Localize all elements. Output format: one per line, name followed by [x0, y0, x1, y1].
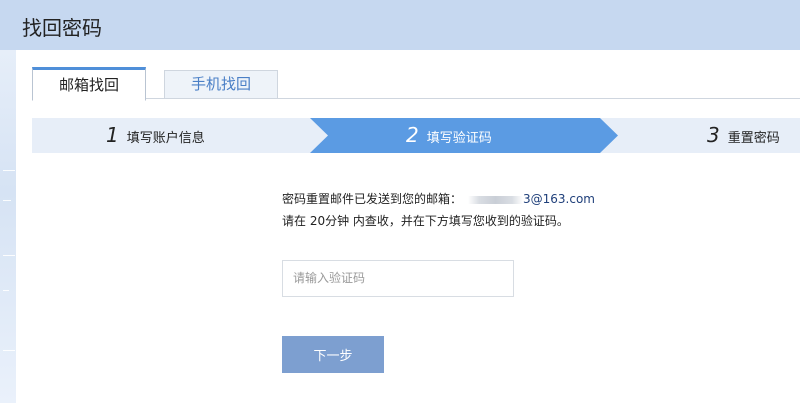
tab-bar: 邮箱找回 手机找回: [32, 67, 800, 101]
step-1-number: 1: [106, 123, 119, 147]
step-2-number: 2: [406, 123, 419, 147]
tab-email-recovery[interactable]: 邮箱找回: [32, 67, 146, 101]
page-title: 找回密码: [22, 16, 102, 40]
sent-message-line-2: 请在 20分钟 内查收，并在下方填写您收到的验证码。: [282, 214, 569, 228]
step-3: 3 重置密码: [707, 118, 780, 153]
sent-message: 密码重置邮件已发送到您的邮箱： 3@163.com 请在 20分钟 内查收，并在下…: [282, 188, 595, 232]
tab-phone-recovery[interactable]: 手机找回: [164, 70, 278, 98]
email-address-suffix: 3@163.com: [523, 192, 595, 206]
step-1: 1 填写账户信息: [106, 118, 205, 153]
sent-message-prefix: 密码重置邮件已发送到您的邮箱：: [282, 192, 463, 206]
page-header: 找回密码: [0, 0, 800, 50]
step-2: 2 填写验证码: [406, 118, 492, 153]
main-panel: 邮箱找回 手机找回 1 填写账户信息 2 填写验证码 3 重置密码 密码重置邮件已发送…: [16, 50, 800, 403]
masked-email-blur: [468, 195, 524, 204]
step-3-number: 3: [707, 123, 720, 147]
verification-code-input[interactable]: [282, 260, 514, 297]
step-progress-bar: 1 填写账户信息 2 填写验证码 3 重置密码: [32, 118, 800, 153]
step-1-label: 填写账户信息: [126, 131, 205, 146]
sent-message-line-1: 密码重置邮件已发送到您的邮箱： 3@163.com: [282, 188, 595, 210]
step-2-label: 填写验证码: [426, 131, 492, 146]
left-decoration: [0, 50, 16, 403]
step-3-label: 重置密码: [727, 131, 780, 146]
next-step-button[interactable]: 下一步: [282, 336, 384, 373]
